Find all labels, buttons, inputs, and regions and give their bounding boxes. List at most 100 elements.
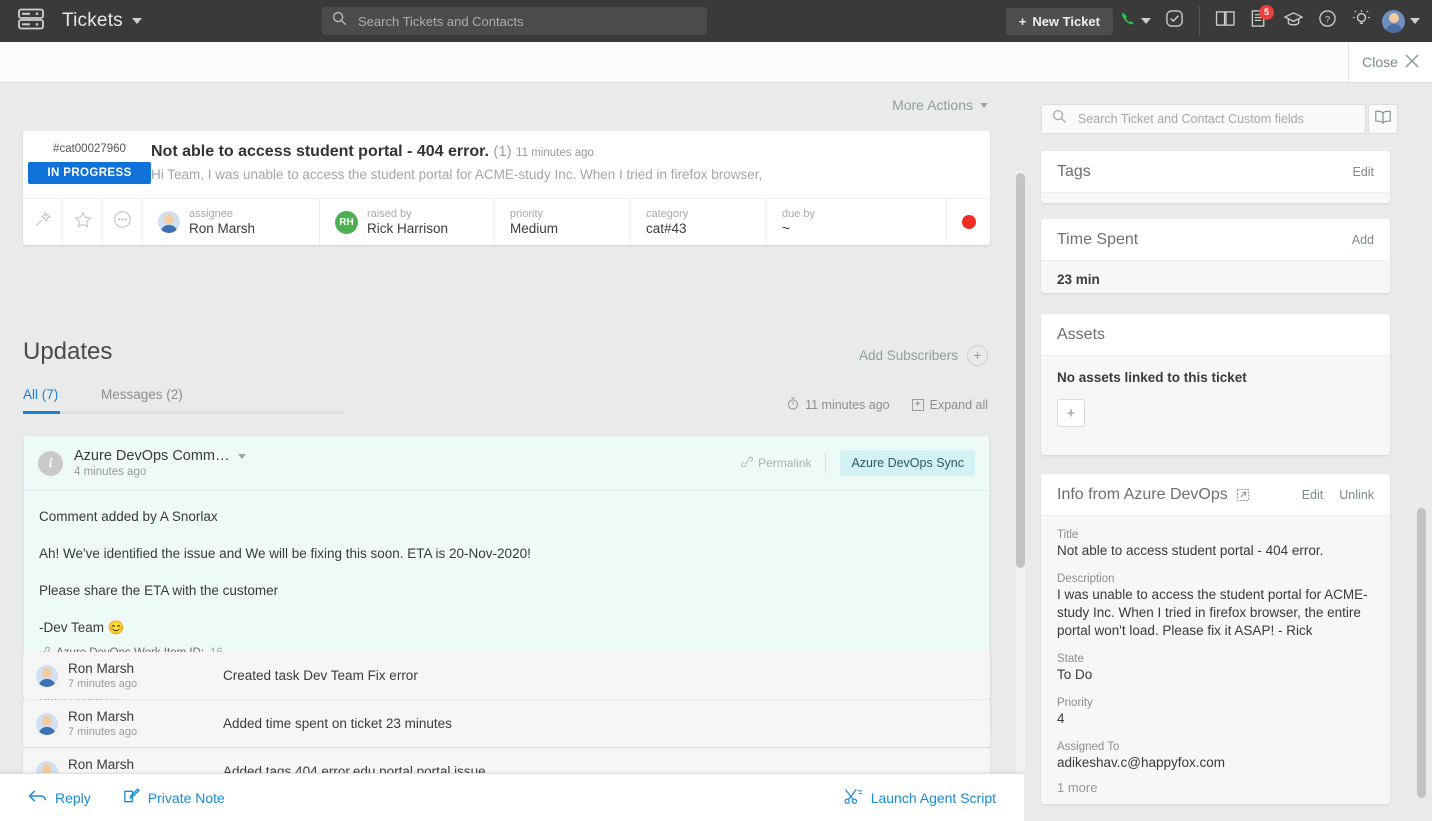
updates-heading: Updates [23, 338, 112, 366]
time-spent-value: 23 min [1057, 272, 1374, 287]
ideas-button[interactable] [1344, 0, 1378, 42]
new-ticket-button[interactable]: + New Ticket [1006, 8, 1113, 35]
scissors-script-icon [844, 788, 863, 808]
comment-author-block: Azure DevOps Comm… 4 minutes ago [74, 448, 246, 478]
field-priority[interactable]: priority Medium [495, 199, 631, 245]
app-logo-button[interactable] [0, 8, 62, 35]
launch-agent-script-button[interactable]: Launch Agent Script [844, 788, 996, 808]
last-update-time: 11 minutes ago [787, 397, 890, 413]
plus-icon: + [1019, 14, 1027, 29]
global-search[interactable] [322, 7, 707, 35]
permalink-button[interactable]: Permalink [741, 456, 811, 471]
field-value: Rick Harrison [367, 221, 448, 237]
academy-button[interactable] [1276, 0, 1310, 42]
activity-user: Ron Marsh 7 minutes ago [23, 661, 223, 691]
sidebar-scrollbar-track[interactable] [1417, 83, 1426, 821]
expand-box-icon: + [912, 399, 924, 411]
devops-edit-button[interactable]: Edit [1302, 488, 1324, 502]
ticket-timestamp: 11 minutes ago [516, 147, 594, 159]
avatar: RH [335, 211, 358, 234]
devops-unlink-button[interactable]: Unlink [1339, 488, 1374, 502]
field-value: I was unable to access the student porta… [1057, 586, 1374, 640]
reply-action-bar: Reply Private Note Launch Agent Script [0, 773, 1024, 821]
external-link-icon[interactable] [1236, 488, 1250, 502]
field-assignee[interactable]: assignee Ron Marsh [143, 199, 320, 245]
field-text: assignee Ron Marsh [189, 207, 255, 237]
comment-paragraph: Please share the ETA with the customer [39, 583, 974, 598]
devops-more-button[interactable]: 1 more [1057, 780, 1374, 795]
activity-text: Added time spent on ticket 23 minutes [223, 716, 452, 731]
tags-edit-button[interactable]: Edit [1352, 165, 1374, 179]
book-open-icon [1215, 10, 1236, 32]
tasks-button[interactable] [1157, 0, 1191, 42]
field-directory-button[interactable] [1368, 104, 1398, 134]
custom-fields-search[interactable] [1041, 104, 1366, 134]
panel-actions: Add [1352, 233, 1374, 247]
tab-all[interactable]: All (7) [23, 387, 58, 402]
svg-text:?: ? [1324, 14, 1329, 25]
table-row[interactable]: Ron Marsh 7 minutes ago Created task Dev… [23, 652, 990, 699]
search-icon [332, 11, 347, 31]
star-button[interactable] [63, 199, 103, 245]
search-input[interactable] [356, 13, 686, 30]
devops-field-assigned-to: Assigned To adikeshav.c@happyfox.com [1057, 741, 1374, 772]
field-label: priority [510, 207, 558, 221]
chevron-down-icon [132, 18, 142, 24]
private-note-label: Private Note [148, 790, 225, 806]
devops-field-state: State To Do [1057, 653, 1374, 684]
close-button[interactable]: Close [1348, 42, 1432, 82]
custom-fields-search-input[interactable] [1076, 111, 1346, 127]
comment-time: 4 minutes ago [74, 466, 246, 478]
chevron-down-icon [238, 454, 246, 459]
comment-header: i Azure DevOps Comm… 4 minutes ago Perma… [24, 436, 989, 491]
ticket-subject-line: Not able to access student portal - 404 … [151, 143, 974, 161]
add-subscribers-button[interactable]: Add Subscribers + [859, 345, 988, 366]
time-spent-add-button[interactable]: Add [1352, 233, 1374, 247]
field-value: Not able to access student portal - 404 … [1057, 542, 1374, 560]
module-title: Tickets [62, 10, 123, 32]
main-scrollbar-track[interactable] [1016, 171, 1025, 821]
avatar [158, 211, 180, 233]
field-value: adikeshav.c@happyfox.com [1057, 754, 1374, 772]
more-actions-button[interactable]: More Actions [892, 97, 988, 113]
field-due-by[interactable]: due by ~ [767, 199, 947, 245]
expand-all-button[interactable]: + Expand all [912, 398, 988, 412]
field-value: To Do [1057, 666, 1374, 684]
activity-time: 7 minutes ago [68, 677, 137, 691]
page-title: Not able to access student portal - 404 … [151, 143, 489, 160]
ticket-sidebar: Tags Edit Time Spent Add 23 min Assets N… [1030, 83, 1432, 821]
add-asset-button[interactable]: + [1057, 399, 1085, 427]
field-label: due by [782, 207, 815, 221]
reply-button[interactable]: Reply [28, 789, 91, 807]
avatar [36, 713, 58, 735]
private-note-button[interactable]: Private Note [123, 788, 225, 808]
main-scrollbar-thumb[interactable] [1016, 173, 1025, 568]
sidebar-scrollbar-thumb[interactable] [1417, 508, 1426, 798]
pin-button[interactable] [23, 199, 63, 245]
tab-messages[interactable]: Messages (2) [101, 387, 183, 402]
help-button[interactable]: ? [1310, 0, 1344, 42]
graduation-cap-icon [1283, 10, 1304, 32]
phone-button[interactable] [1113, 0, 1157, 42]
knowledge-base-button[interactable] [1208, 0, 1242, 42]
add-subscribers-label: Add Subscribers [859, 348, 958, 363]
table-row[interactable]: Ron Marsh 7 minutes ago Added time spent… [23, 700, 990, 747]
comment-author-row[interactable]: Azure DevOps Comm… [74, 448, 246, 464]
panel-header: Time Spent Add [1041, 219, 1390, 261]
devops-field-title: Title Not able to access student portal … [1057, 529, 1374, 560]
profile-menu-button[interactable] [1378, 0, 1424, 42]
field-raised-by[interactable]: RH raised by Rick Harrison [320, 199, 495, 245]
field-value: ~ [782, 221, 815, 237]
module-switcher[interactable]: Tickets [62, 10, 142, 32]
azure-devops-sync-badge[interactable]: Azure DevOps Sync [840, 450, 975, 476]
panel-actions: Edit Unlink [1302, 488, 1374, 502]
ticket-id-column: #cat00027960 IN PROGRESS [23, 143, 151, 184]
ticket-subject-block: Not able to access student portal - 404 … [151, 143, 990, 184]
tab-active-indicator [23, 411, 60, 414]
ticket-header-card: #cat00027960 IN PROGRESS Not able to acc… [23, 131, 990, 245]
field-category[interactable]: category cat#43 [631, 199, 767, 245]
status-badge[interactable]: IN PROGRESS [28, 162, 151, 184]
ellipsis-button[interactable] [103, 199, 143, 245]
comment-header-actions: Permalink Azure DevOps Sync [741, 450, 975, 476]
news-button[interactable]: 5 [1242, 0, 1276, 42]
